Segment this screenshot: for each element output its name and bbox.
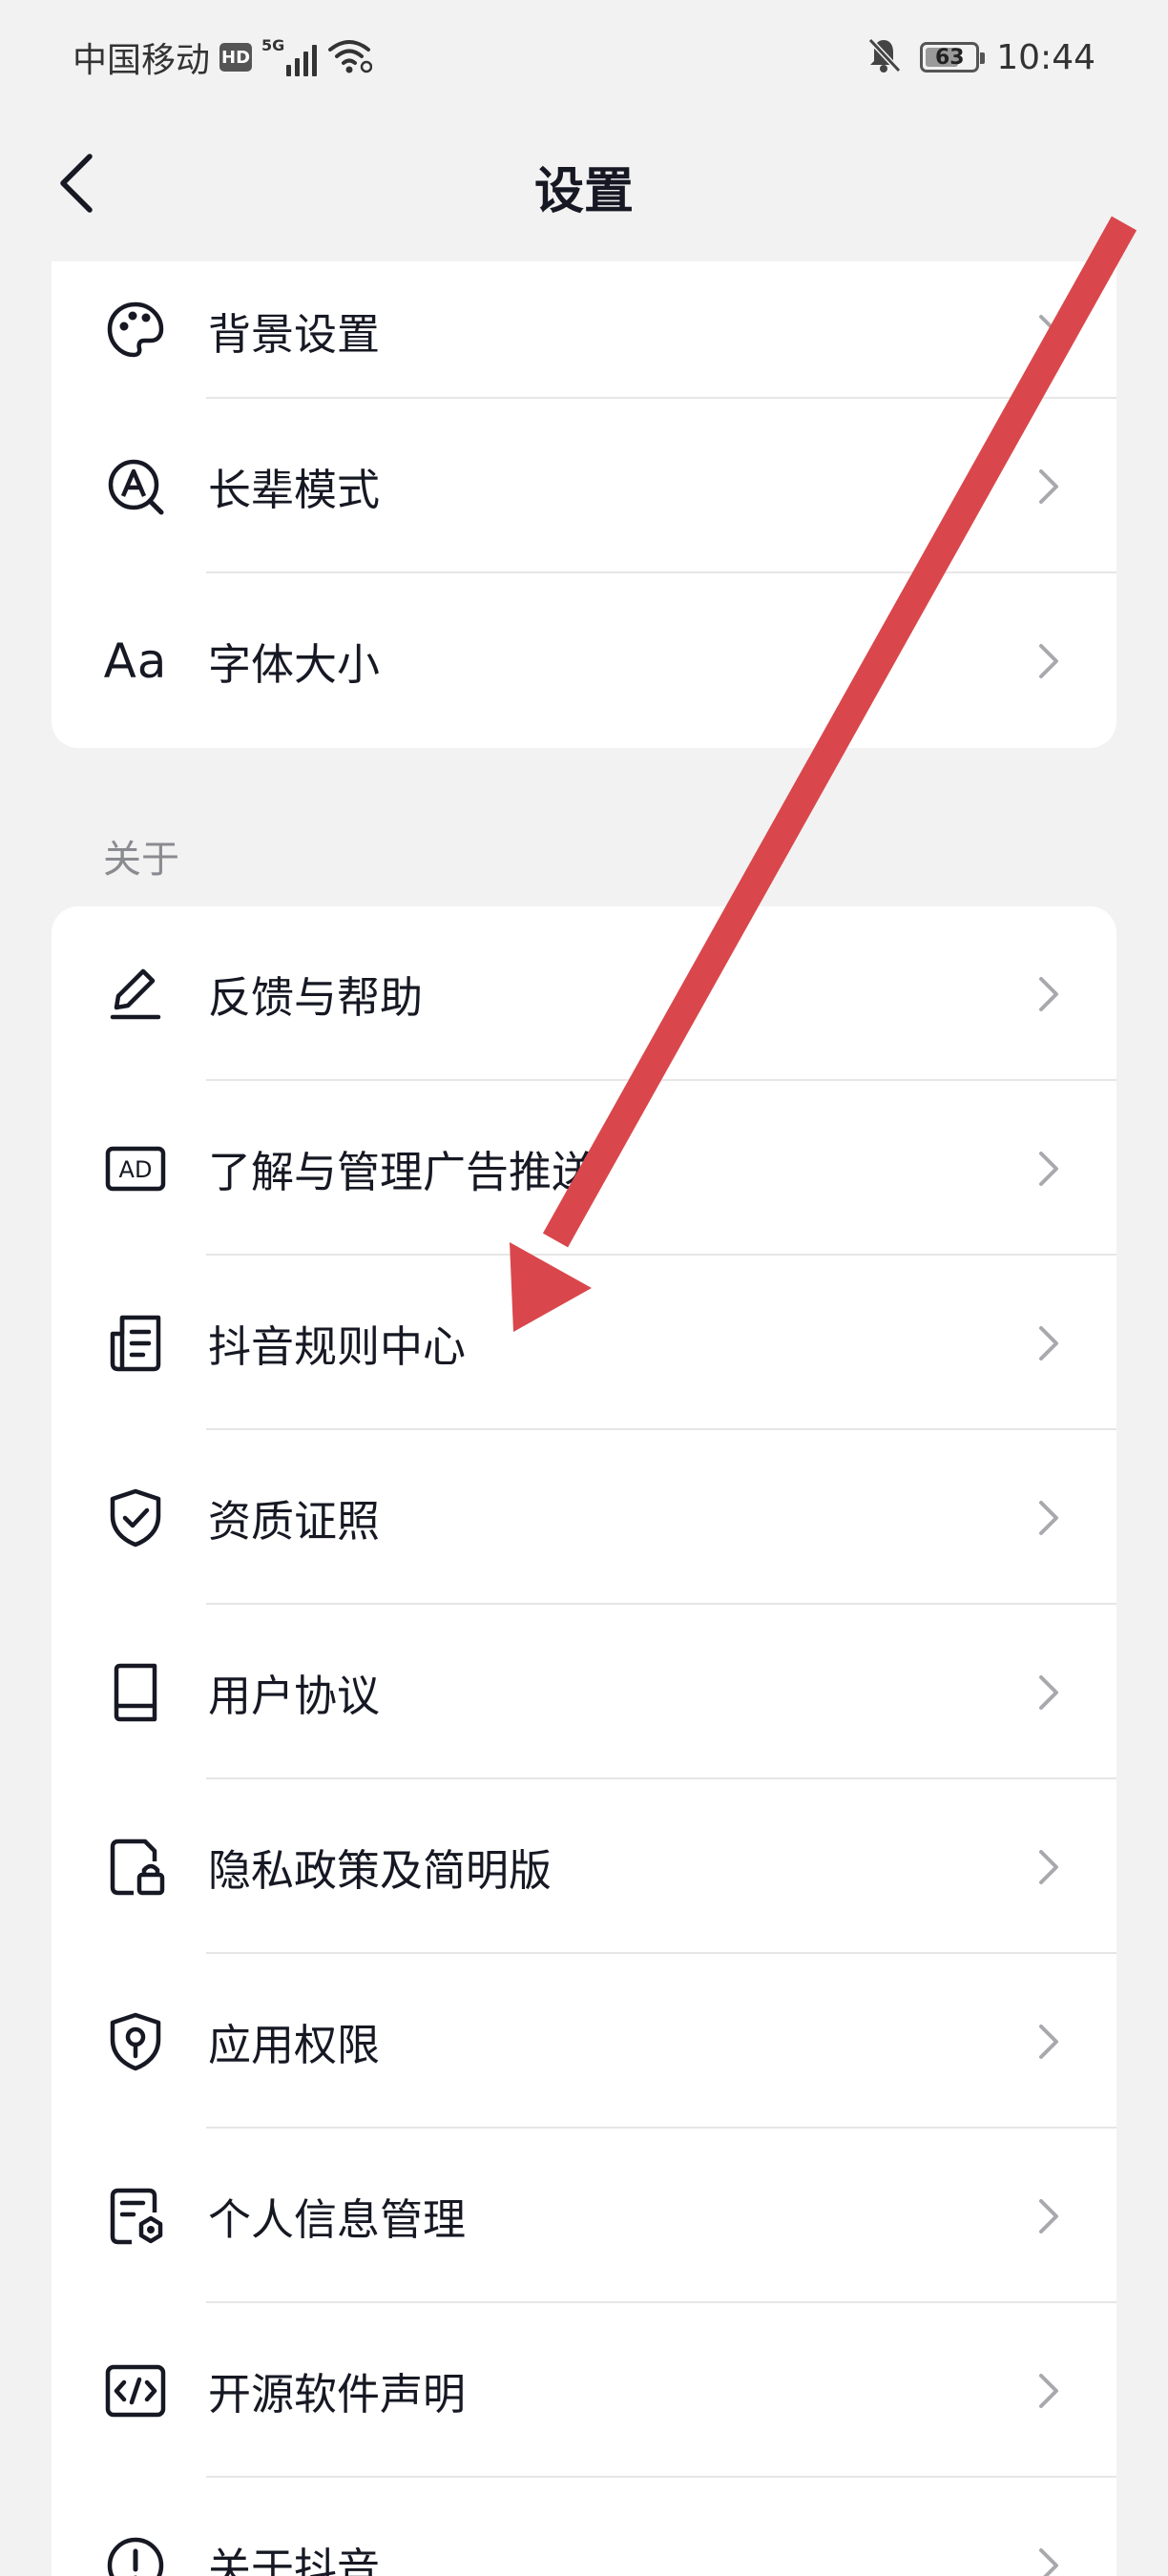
settings-item-background[interactable]: 背景设置 (52, 261, 1116, 399)
section-title-about: 关于 (103, 838, 179, 882)
font-size-icon: Aa (102, 628, 169, 695)
settings-item-label: 了解与管理广告推送 (208, 1147, 595, 1197)
settings-item-label: 抖音规则中心 (208, 1321, 467, 1372)
settings-item-label: 反馈与帮助 (208, 972, 424, 1023)
settings-item-label: 隐私政策及简明版 (208, 1845, 553, 1896)
appearance-settings-card: 背景设置 长辈模式 Aa 字体大小 (52, 261, 1116, 748)
chevron-right-icon (1034, 1672, 1063, 1714)
chevron-right-icon (1034, 2370, 1063, 2412)
settings-item-open-source[interactable]: 开源软件声明 (52, 2303, 1116, 2478)
settings-item-app-permissions[interactable]: 应用权限 (52, 1954, 1116, 2129)
cellular-signal-icon: 5G (261, 36, 318, 76)
info-icon (102, 2532, 169, 2576)
palette-icon (102, 297, 169, 364)
settings-item-label: 资质证照 (208, 1496, 381, 1547)
pencil-icon (102, 961, 169, 1028)
settings-item-elder-mode[interactable]: 长辈模式 (52, 399, 1116, 573)
chevron-right-icon (1034, 640, 1063, 682)
settings-item-rules-center[interactable]: 抖音规则中心 (52, 1256, 1116, 1430)
chevron-right-icon (1034, 2195, 1063, 2237)
settings-item-personal-info[interactable]: 个人信息管理 (52, 2129, 1116, 2303)
settings-item-label: 开源软件声明 (208, 2369, 467, 2420)
settings-item-label: 长辈模式 (208, 465, 381, 515)
chevron-right-icon (1034, 1846, 1063, 1888)
document-settings-icon (102, 2183, 169, 2250)
chevron-right-icon (1034, 2545, 1063, 2576)
settings-item-label: 用户协议 (208, 1671, 381, 1721)
settings-item-about-douyin[interactable]: 关于抖音 (52, 2478, 1116, 2576)
elder-mode-icon (102, 453, 169, 520)
settings-item-label: 关于抖音 (208, 2544, 381, 2576)
carrier-name: 中国移动 (73, 41, 211, 80)
chevron-right-icon (1034, 2021, 1063, 2063)
network-type-label: 5G (261, 36, 285, 54)
settings-item-label: 背景设置 (208, 309, 381, 360)
battery-level: 63 (934, 45, 965, 70)
settings-item-qualifications[interactable]: 资质证照 (52, 1430, 1116, 1605)
settings-item-font-size[interactable]: Aa 字体大小 (52, 573, 1116, 748)
book-icon (102, 1659, 169, 1726)
settings-item-privacy-policy[interactable]: 隐私政策及简明版 (52, 1779, 1116, 1954)
about-settings-card: 反馈与帮助 AD 了解与管理广告推送 抖音规则中心 资质证照 用户协议 隐私政策… (52, 906, 1116, 2576)
page-title: 设置 (533, 163, 634, 220)
code-icon (102, 2358, 169, 2424)
settings-item-feedback[interactable]: 反馈与帮助 (52, 906, 1116, 1081)
chevron-right-icon (1034, 466, 1063, 508)
battery-icon: 63 (920, 42, 986, 73)
chevron-right-icon (1034, 1322, 1063, 1364)
wifi-icon (326, 36, 373, 78)
shield-key-icon (102, 2008, 169, 2075)
font-size-icon-text: Aa (103, 633, 168, 689)
settings-item-label: 个人信息管理 (208, 2194, 467, 2245)
document-lock-icon (102, 1834, 169, 1901)
settings-item-label: 字体大小 (208, 639, 381, 690)
ad-icon-text: AD (119, 1156, 153, 1183)
clock: 10:44 (996, 37, 1095, 77)
settings-item-label: 应用权限 (208, 2020, 381, 2070)
status-bar: 中国移动 HD 5G 63 10:44 (0, 0, 1168, 114)
chevron-right-icon (1034, 1497, 1063, 1539)
chevron-right-icon (1034, 973, 1063, 1015)
settings-item-ad-management[interactable]: AD 了解与管理广告推送 (52, 1081, 1116, 1256)
settings-item-user-agreement[interactable]: 用户协议 (52, 1605, 1116, 1779)
shield-check-icon (102, 1485, 169, 1551)
navigation-header: 设置 (0, 124, 1168, 239)
document-icon (102, 1310, 169, 1377)
chevron-right-icon (1034, 311, 1063, 353)
hd-voice-badge: HD (219, 43, 253, 72)
ad-icon: AD (102, 1135, 169, 1202)
chevron-right-icon (1034, 1148, 1063, 1190)
mute-notification-icon (865, 36, 903, 78)
